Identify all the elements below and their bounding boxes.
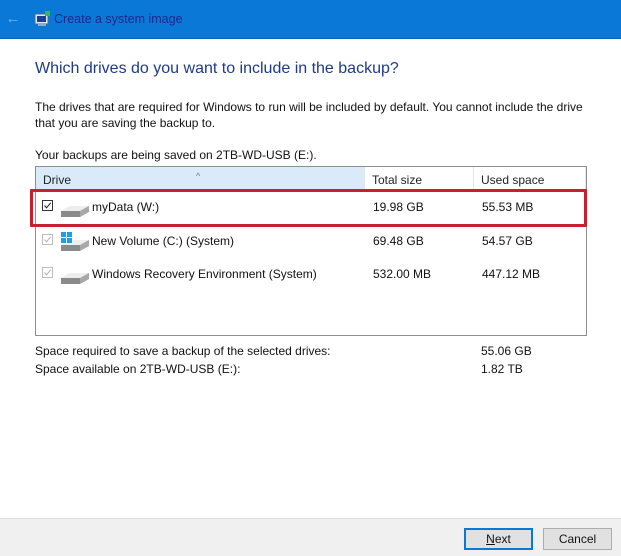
backup-destination-text: Your backups are being saved on 2TB-WD-U… bbox=[35, 148, 317, 162]
space-required-value: 55.06 GB bbox=[481, 344, 532, 358]
drive-name: New Volume (C:) (System) bbox=[92, 234, 235, 248]
drive-list[interactable]: Drive ^ Total size Used space myData (W:… bbox=[35, 166, 587, 336]
checkmark-icon bbox=[44, 236, 52, 243]
drive-icon bbox=[61, 206, 89, 217]
page-heading: Which drives do you want to include in t… bbox=[35, 60, 399, 77]
drive-total-size: 532.00 MB bbox=[373, 267, 432, 281]
column-header-drive[interactable]: Drive ^ bbox=[36, 167, 365, 189]
checkmark-icon bbox=[44, 269, 52, 276]
space-available-label: Space available on 2TB-WD-USB (E:): bbox=[35, 362, 241, 376]
drive-checkbox-disabled bbox=[42, 267, 53, 278]
system-image-icon bbox=[34, 11, 50, 26]
space-available-value: 1.82 TB bbox=[481, 362, 523, 376]
drive-name: myData (W:) bbox=[92, 200, 160, 214]
space-available-row: Space available on 2TB-WD-USB (E:): 1.82… bbox=[35, 362, 595, 376]
back-button[interactable]: ← bbox=[4, 10, 22, 28]
drive-icon bbox=[61, 273, 89, 284]
page-description: The drives that are required for Windows… bbox=[35, 100, 583, 130]
windows-drive-icon bbox=[61, 232, 89, 251]
window-title: Create a system image bbox=[54, 12, 183, 26]
back-arrow-icon: ← bbox=[5, 10, 21, 27]
drive-total-size: 69.48 GB bbox=[373, 234, 424, 248]
list-header: Drive ^ Total size Used space bbox=[36, 167, 586, 189]
drive-checkbox-disabled bbox=[42, 234, 53, 245]
sort-ascending-icon: ^ bbox=[196, 171, 201, 181]
column-header-total-size[interactable]: Total size bbox=[365, 167, 474, 189]
drive-used-space: 447.12 MB bbox=[482, 267, 541, 281]
drive-name: Windows Recovery Environment (System) bbox=[92, 267, 317, 281]
space-required-label: Space required to save a backup of the s… bbox=[35, 344, 331, 358]
checkmark-icon bbox=[44, 202, 52, 209]
drive-row-recovery: Windows Recovery Environment (System) 53… bbox=[36, 258, 586, 290]
space-required-row: Space required to save a backup of the s… bbox=[35, 344, 595, 358]
drive-checkbox[interactable] bbox=[42, 200, 53, 211]
drive-used-space: 55.53 MB bbox=[482, 200, 534, 214]
column-header-used-space[interactable]: Used space bbox=[474, 167, 586, 189]
next-button[interactable]: Next bbox=[464, 528, 533, 550]
cancel-button[interactable]: Cancel bbox=[543, 528, 612, 550]
drive-row-mydata[interactable]: myData (W:) 19.98 GB 55.53 MB bbox=[36, 191, 586, 223]
drive-row-new-volume: New Volume (C:) (System) 69.48 GB 54.57 … bbox=[36, 225, 586, 257]
drive-total-size: 19.98 GB bbox=[373, 200, 424, 214]
title-bar: ← Create a system image bbox=[0, 0, 621, 39]
footer-bar: Next Cancel bbox=[0, 518, 621, 556]
drive-used-space: 54.57 GB bbox=[482, 234, 533, 248]
